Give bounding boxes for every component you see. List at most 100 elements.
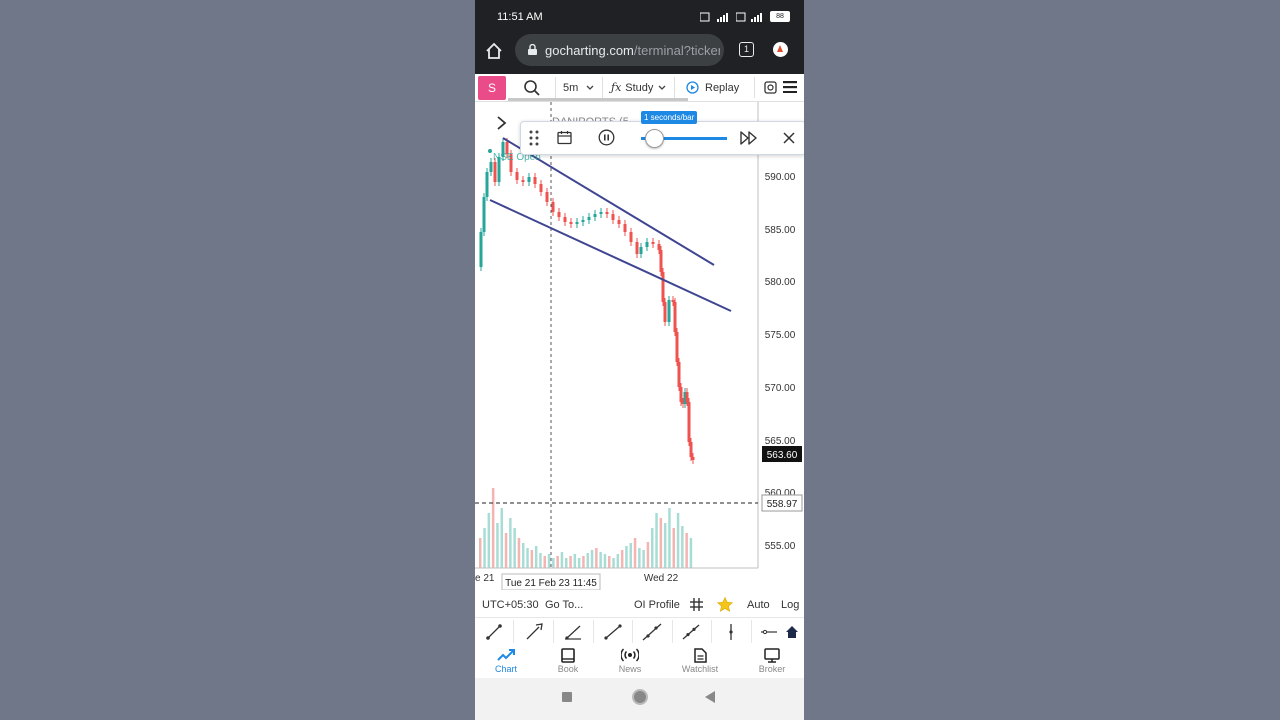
candle-body xyxy=(679,387,683,402)
expand-legend-chevron-icon[interactable] xyxy=(497,116,507,130)
nav-watchlist[interactable]: Watchlist xyxy=(670,648,730,674)
volume-bar xyxy=(668,508,671,568)
price-chart[interactable]: DANIPORTS (5 NSE Open 590.00585.00580.00… xyxy=(475,102,804,590)
close-icon[interactable] xyxy=(783,132,795,144)
volume-bar xyxy=(642,550,645,568)
calendar-icon[interactable] xyxy=(557,130,572,145)
vertical-line-tool-icon[interactable] xyxy=(721,622,741,642)
menu-icon[interactable] xyxy=(783,81,797,93)
horizontal-line-tool-icon[interactable] xyxy=(759,622,779,642)
volume-bar xyxy=(560,552,564,568)
interval-dropdown[interactable]: 5m xyxy=(563,74,594,101)
candle-body xyxy=(617,220,621,224)
home-reset-icon[interactable] xyxy=(782,622,802,642)
back-icon[interactable] xyxy=(705,691,716,703)
price-axis-label: 580.00 xyxy=(765,277,796,288)
speed-slider[interactable] xyxy=(641,129,727,148)
ray-tool-icon[interactable] xyxy=(524,622,544,642)
monitor-icon xyxy=(764,648,780,663)
auto-scale-button[interactable]: Auto xyxy=(747,599,770,611)
replay-button[interactable]: Replay xyxy=(686,74,739,101)
volume-bar xyxy=(646,542,650,568)
camera-icon[interactable] xyxy=(764,81,777,94)
recent-apps-icon[interactable] xyxy=(562,692,572,702)
volume-bar xyxy=(603,554,607,568)
price-axis-label: 590.00 xyxy=(765,172,796,183)
volume-bar xyxy=(625,546,628,568)
volume-bar xyxy=(543,556,546,568)
nav-news[interactable]: News xyxy=(600,648,660,674)
angle-tool-icon[interactable] xyxy=(563,622,583,642)
study-dropdown[interactable]: ƒx Study xyxy=(611,74,666,101)
nav-broker[interactable]: Broker xyxy=(742,648,802,674)
candle-body xyxy=(489,162,493,172)
crosshair-time-label: Tue 21 Feb 23 11:45 xyxy=(505,578,597,589)
pause-icon[interactable] xyxy=(598,129,615,146)
time-label-right: Wed 22 xyxy=(644,573,679,584)
lock-icon xyxy=(528,44,537,55)
candle-body xyxy=(482,197,486,232)
candle-body xyxy=(527,177,531,182)
tool-divider xyxy=(553,620,554,643)
candle-body xyxy=(581,220,585,222)
lte-icon xyxy=(736,12,746,21)
toolbar-divider xyxy=(555,77,556,98)
volume-bar xyxy=(685,533,688,568)
nav-chart[interactable]: Chart xyxy=(476,648,536,674)
volume-bar xyxy=(651,528,654,568)
nav-book[interactable]: Book xyxy=(538,648,598,674)
volume-bar xyxy=(522,543,525,568)
volume-bar xyxy=(616,554,620,568)
address-field[interactable]: gocharting.com/terminal?ticker xyxy=(515,34,724,66)
volume-bar xyxy=(517,538,521,568)
candle-body xyxy=(673,302,677,332)
candle-body xyxy=(651,242,655,244)
volume-bar xyxy=(569,556,572,568)
timezone-button[interactable]: UTC+05:30 xyxy=(482,599,539,611)
chevron-down-icon xyxy=(658,85,666,90)
symbol-button[interactable]: S xyxy=(478,76,506,100)
search-icon[interactable] xyxy=(523,79,541,97)
goto-button[interactable]: Go To... xyxy=(545,599,583,611)
extended-line-tool-icon[interactable] xyxy=(642,622,662,642)
volume-bar xyxy=(672,528,675,568)
toolbar-divider xyxy=(602,77,603,98)
speed-slider-thumb[interactable] xyxy=(644,129,664,148)
candle-body xyxy=(599,212,603,214)
candle-body xyxy=(685,392,689,402)
volume-bar xyxy=(479,538,482,568)
log-scale-button[interactable]: Log xyxy=(781,599,799,611)
system-navigation-bar xyxy=(475,678,804,720)
url-text: gocharting.com/terminal?ticker xyxy=(545,43,720,58)
drag-handle-icon[interactable] xyxy=(529,130,539,146)
trendline-tool-icon[interactable] xyxy=(484,622,504,642)
lower-trendline xyxy=(489,199,732,312)
grid-hash-icon[interactable] xyxy=(690,598,703,611)
volume-bar xyxy=(599,552,602,568)
candle-body xyxy=(667,300,671,322)
tool-divider xyxy=(751,620,752,643)
candle-body xyxy=(587,217,591,220)
star-icon[interactable] xyxy=(717,597,733,612)
oi-profile-button[interactable]: OI Profile xyxy=(634,599,680,611)
chart-bottom-toolbar: UTC+05:30 Go To... OI Profile Auto Log xyxy=(475,594,804,616)
toolbar-scrollbar[interactable] xyxy=(508,98,688,101)
tab-switcher-button[interactable]: 1 xyxy=(739,42,754,57)
crosshair-price-label: 558.97 xyxy=(767,499,798,510)
book-icon xyxy=(561,648,575,663)
home-icon[interactable] xyxy=(485,42,503,60)
update-icon[interactable] xyxy=(773,42,788,57)
volume-bar xyxy=(539,553,542,568)
volume-bar xyxy=(509,518,512,568)
info-line-tool-icon[interactable] xyxy=(681,622,701,642)
toolbar-divider xyxy=(754,77,755,98)
volume-bar xyxy=(530,550,534,568)
volume-bar xyxy=(582,556,585,568)
home-circle-icon[interactable] xyxy=(632,689,648,705)
toolbar-divider xyxy=(674,77,675,98)
fast-forward-icon[interactable] xyxy=(740,131,758,145)
broadcast-icon xyxy=(621,648,639,662)
volume-bar xyxy=(681,526,684,568)
tool-divider xyxy=(711,620,712,643)
line-segment-tool-icon[interactable] xyxy=(603,622,623,642)
